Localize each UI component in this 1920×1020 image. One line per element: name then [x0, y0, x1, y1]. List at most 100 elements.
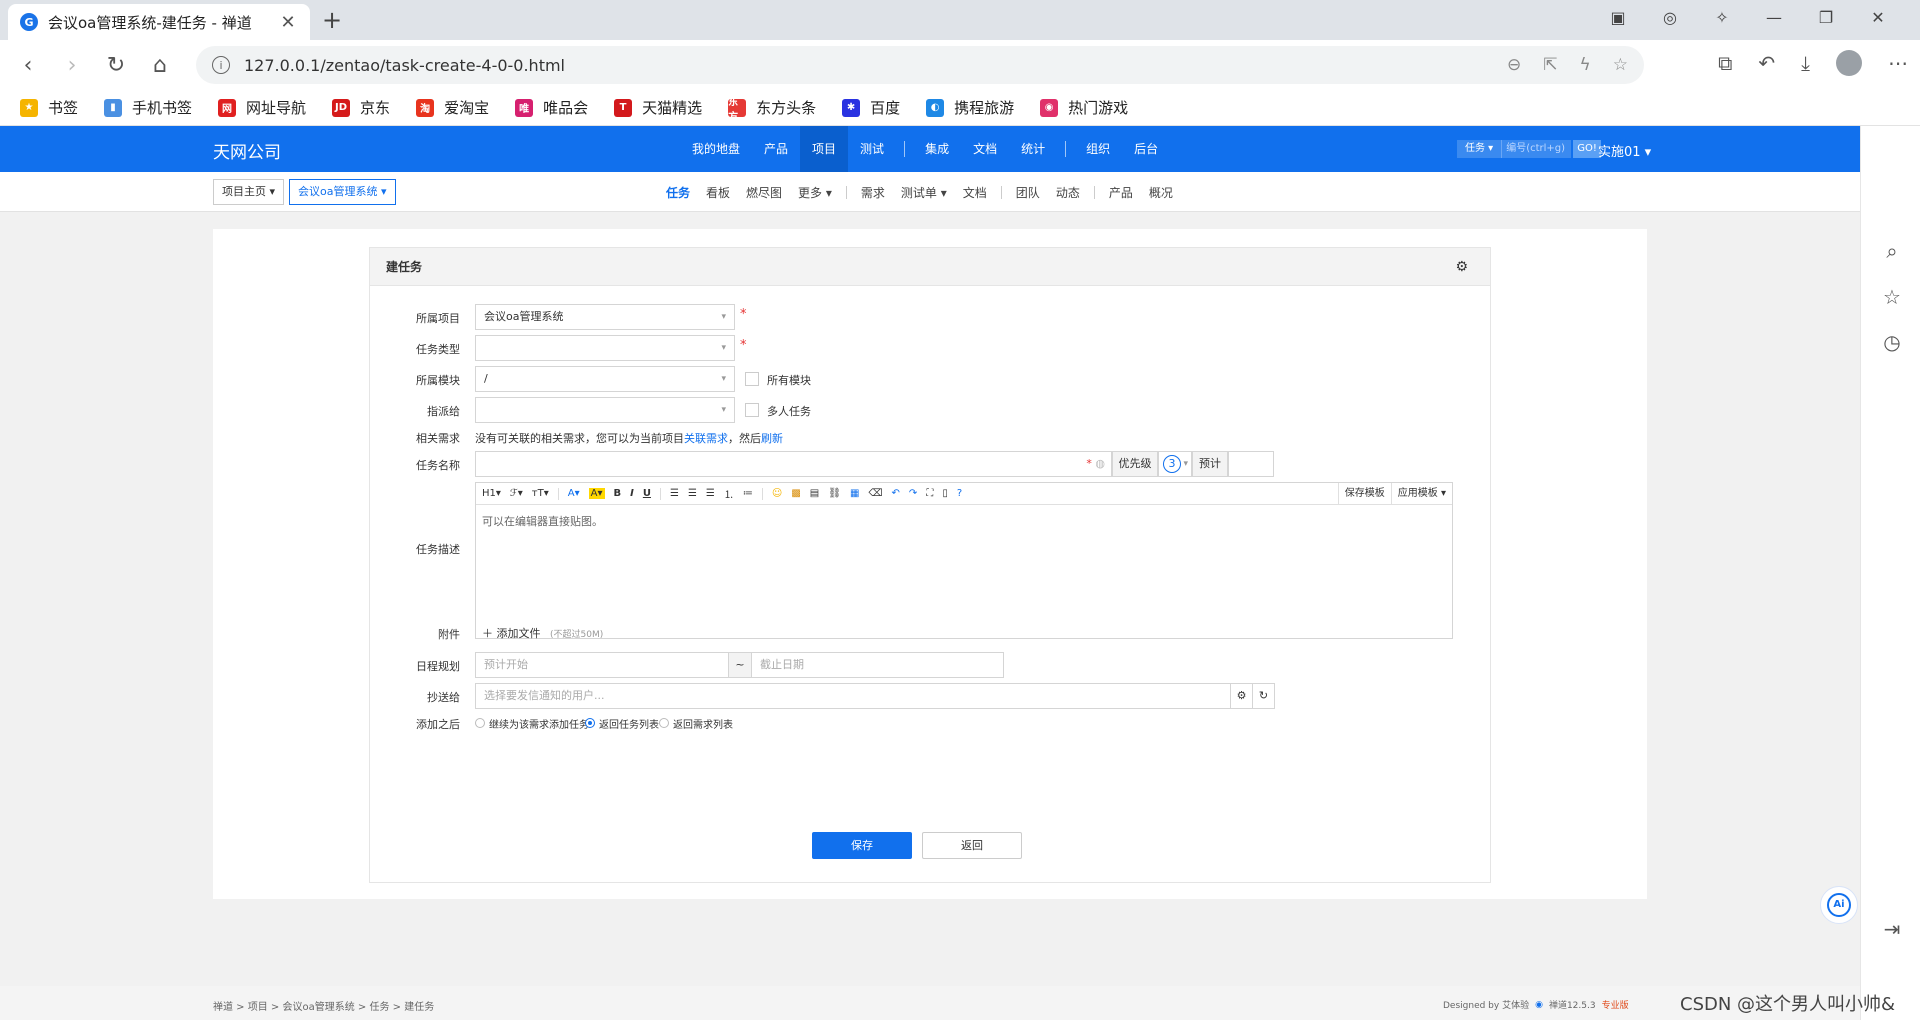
- cc-refresh-icon[interactable]: ↻: [1252, 683, 1275, 709]
- after-option-radio-1[interactable]: [585, 718, 595, 728]
- multi-task-checkbox[interactable]: [745, 403, 759, 417]
- main-nav-item[interactable]: 集成: [913, 126, 961, 172]
- gear-icon[interactable]: ⚙: [1455, 259, 1468, 275]
- italic-button[interactable]: I: [630, 488, 634, 499]
- extension-puzzle-icon[interactable]: ⧉: [1718, 51, 1732, 75]
- font-family-button[interactable]: ℱ▾: [510, 488, 523, 499]
- table-icon[interactable]: ▦: [850, 488, 859, 499]
- search-type-select[interactable]: 任务 ▾: [1457, 140, 1502, 158]
- footer-breadcrumb[interactable]: 禅道 > 项目 > 会议oa管理系统 > 任务 > 建任务: [213, 998, 434, 1013]
- bookmark-item[interactable]: ✱ 百度: [842, 97, 900, 118]
- after-option-radio-2[interactable]: [659, 718, 669, 728]
- sub-nav-item[interactable]: 需求: [853, 184, 893, 201]
- help-icon[interactable]: ?: [957, 488, 962, 499]
- favorites-star-icon[interactable]: ☆: [1881, 286, 1903, 308]
- company-name[interactable]: 天网公司: [213, 138, 281, 163]
- sub-nav-item[interactable]: 文档: [955, 184, 995, 201]
- sub-nav-item[interactable]: 燃尽图: [738, 184, 790, 201]
- main-nav-item[interactable]: 我的地盘: [680, 126, 752, 172]
- after-option-radio-0[interactable]: [475, 718, 485, 728]
- sub-nav-item[interactable]: 看板: [698, 184, 738, 201]
- redo-icon[interactable]: ↷: [909, 488, 917, 499]
- bookmark-star-icon[interactable]: ☆: [1613, 55, 1628, 75]
- project-home-dropdown[interactable]: 项目主页 ▾: [213, 179, 285, 205]
- media-icon[interactable]: ▤: [810, 488, 819, 499]
- sub-nav-item[interactable]: 测试单 ▾: [893, 184, 955, 201]
- estimate-start-input[interactable]: 预计开始: [475, 652, 729, 678]
- save-template-button[interactable]: 保存模板: [1337, 483, 1391, 505]
- bookmark-item[interactable]: 唯唯品会: [515, 97, 588, 118]
- bookmark-item[interactable]: ★ 书签: [20, 97, 78, 118]
- url-field[interactable]: i 127.0.0.1/zentao/task-create-4-0-0.htm…: [196, 46, 1644, 84]
- project-select[interactable]: 会议oa管理系统 ▾: [475, 304, 735, 330]
- fullscreen-icon[interactable]: ⛶: [926, 488, 933, 499]
- bold-button[interactable]: B: [614, 488, 622, 499]
- sub-nav-item[interactable]: 更多 ▾: [790, 184, 840, 201]
- highlight-button[interactable]: A▾: [588, 488, 605, 499]
- bookmark-item[interactable]: 淘爱淘宝: [416, 97, 489, 118]
- main-nav-item[interactable]: 统计: [1009, 126, 1057, 172]
- back-icon[interactable]: ‹: [6, 53, 50, 78]
- task-name-input[interactable]: * ◍: [475, 451, 1112, 477]
- flash-icon[interactable]: ϟ: [1580, 55, 1591, 75]
- site-info-icon[interactable]: i: [212, 56, 230, 74]
- history-clock-icon[interactable]: ◷: [1881, 331, 1903, 353]
- emoji-icon[interactable]: ☺: [772, 488, 782, 499]
- collapse-panel-icon[interactable]: ⇥: [1881, 918, 1903, 940]
- sub-nav-item[interactable]: 产品: [1101, 184, 1141, 201]
- back-button[interactable]: 返回: [922, 832, 1022, 859]
- bookmark-item[interactable]: ◉ 热门游戏: [1040, 97, 1128, 118]
- editor-body[interactable]: 可以在编辑器直接贴图。: [476, 505, 1452, 537]
- profile-avatar[interactable]: [1836, 50, 1862, 76]
- assign-select[interactable]: ▾: [475, 397, 735, 423]
- close-window-icon[interactable]: ✕: [1866, 8, 1890, 27]
- forward-icon[interactable]: ›: [50, 53, 94, 78]
- bullet-list-icon[interactable]: ≔: [743, 488, 753, 499]
- add-file-button[interactable]: ＋ 添加文件 (不超过50M): [482, 625, 603, 641]
- font-size-button[interactable]: тT▾: [532, 488, 549, 499]
- minimize-icon[interactable]: —: [1762, 8, 1786, 27]
- ordered-list-icon[interactable]: ⒈: [724, 486, 734, 501]
- align-center-icon[interactable]: ☰: [688, 488, 697, 499]
- source-icon[interactable]: ▯: [942, 488, 948, 499]
- search-icon[interactable]: ⌕: [1881, 240, 1903, 262]
- priority-select[interactable]: 3 ▾: [1158, 451, 1192, 477]
- more-menu-icon[interactable]: ⋯: [1888, 51, 1908, 75]
- edition-badge[interactable]: 专业版: [1602, 998, 1629, 1011]
- history-back-icon[interactable]: ↶: [1758, 51, 1775, 75]
- bookmark-item[interactable]: T 天猫精选: [614, 97, 702, 118]
- browser-tab[interactable]: G 会议oa管理系统-建任务 - 禅道 ✕: [8, 4, 310, 40]
- search-input[interactable]: 编号(ctrl+g): [1501, 140, 1572, 158]
- share-icon[interactable]: ⇱: [1543, 55, 1557, 75]
- tab-counter-icon[interactable]: ▣: [1606, 8, 1630, 27]
- incognito-icon[interactable]: ◎: [1658, 8, 1682, 27]
- zoom-icon[interactable]: ⊖: [1507, 55, 1521, 75]
- bookmark-item[interactable]: ◐ 携程旅游: [926, 97, 1014, 118]
- estimate-input[interactable]: [1228, 451, 1274, 477]
- version-text[interactable]: 禅道12.5.3: [1549, 998, 1596, 1011]
- main-nav-item[interactable]: 项目: [800, 126, 849, 172]
- sub-nav-item[interactable]: 动态: [1048, 184, 1088, 201]
- deadline-input[interactable]: 截止日期: [751, 652, 1004, 678]
- undo-icon[interactable]: ↶: [892, 488, 900, 499]
- home-icon[interactable]: ⌂: [138, 53, 182, 78]
- apply-template-button[interactable]: 应用模板 ▾: [1390, 483, 1452, 505]
- extensions-icon[interactable]: ✧: [1710, 8, 1734, 27]
- task-type-select[interactable]: ▾: [475, 335, 735, 361]
- font-color-button[interactable]: A▾: [568, 488, 580, 499]
- download-icon[interactable]: ⤓: [1801, 51, 1810, 75]
- underline-button[interactable]: U: [643, 488, 651, 499]
- reload-icon[interactable]: ↻: [94, 53, 138, 78]
- main-nav-item[interactable]: 产品: [752, 126, 800, 172]
- refresh-link[interactable]: 刷新: [761, 432, 783, 445]
- sub-nav-item[interactable]: 概况: [1141, 184, 1181, 201]
- align-right-icon[interactable]: ☰: [706, 488, 715, 499]
- main-nav-item[interactable]: 测试: [848, 126, 896, 172]
- restore-icon[interactable]: ❐: [1814, 8, 1838, 27]
- align-left-icon[interactable]: ☰: [670, 488, 679, 499]
- main-nav-item[interactable]: 组织: [1074, 126, 1122, 172]
- search-go-button[interactable]: GO!: [1573, 140, 1601, 158]
- save-button[interactable]: 保存: [812, 832, 912, 859]
- main-nav-item[interactable]: 后台: [1122, 126, 1170, 172]
- project-switcher-dropdown[interactable]: 会议oa管理系统 ▾: [289, 179, 396, 205]
